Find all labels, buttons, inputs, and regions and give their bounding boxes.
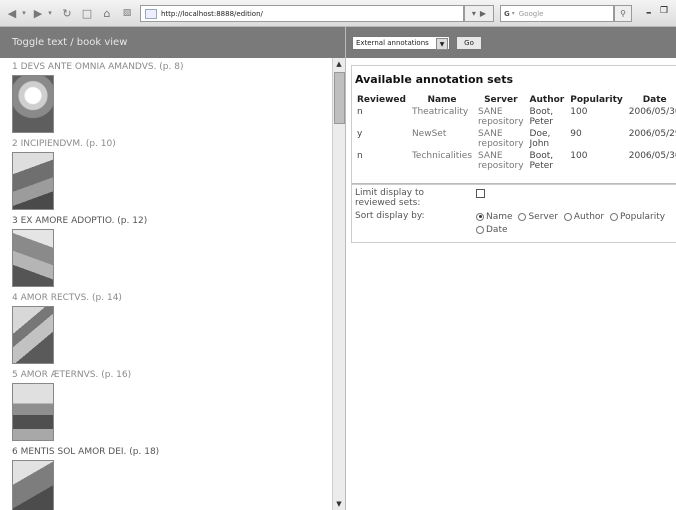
radio-name[interactable] — [476, 212, 484, 221]
book-view-panel: Toggle text / book view 1 DEVS ANTE OMNI… — [0, 27, 346, 510]
annotation-type-value: External annotations — [356, 39, 429, 47]
address-bar[interactable]: http://localhost:8888/edition/ — [140, 5, 464, 22]
cell-popularity: 100 — [570, 151, 588, 161]
cell-popularity: 100 — [570, 107, 588, 117]
cell-date: 2006/05/30 — [628, 151, 676, 161]
cell-author: Boot, Peter — [529, 151, 554, 171]
cell-name[interactable]: NewSet — [409, 128, 475, 150]
page-icon — [145, 8, 157, 19]
browser-toolbar: ◀ ▾ ▶ ▾ ↻ □ ⌂ ▧ http://localhost:8888/ed… — [0, 0, 676, 27]
scroll-thumb[interactable] — [334, 72, 345, 124]
cell-reviewed: y — [357, 129, 363, 139]
emblem-thumbnail[interactable] — [12, 306, 54, 364]
column-header-server: Server — [484, 95, 518, 105]
emblem-caption: 5 AMOR ÆTERNVS. (p. 16) — [12, 370, 132, 380]
search-placeholder: Google — [518, 9, 544, 18]
search-button[interactable]: ⚲ — [614, 5, 632, 22]
cell-name[interactable]: Technicalities — [409, 150, 475, 172]
restore-icon[interactable]: ❐ — [660, 6, 668, 16]
cell-date: 2006/05/30 — [628, 107, 676, 117]
cell-server: SANE repository — [478, 151, 524, 171]
column-header-name: Name — [427, 95, 457, 105]
table-row[interactable]: y NewSet SANE repository Doe, John 90 20… — [354, 128, 676, 150]
cell-author: Boot, Peter — [529, 107, 554, 127]
sort-options: Name Server Author Popularity Date — [476, 211, 676, 237]
cell-server: SANE repository — [478, 107, 524, 127]
go-button[interactable]: Go — [456, 36, 482, 50]
sort-option-author[interactable]: Author — [563, 212, 604, 222]
cell-reviewed: n — [357, 107, 363, 117]
annotation-toolbar: External annotations ▼ Go — [346, 27, 676, 58]
cell-server: SANE repository — [478, 129, 524, 149]
scroll-down-icon[interactable]: ▼ — [333, 498, 345, 510]
minimize-icon[interactable]: – — [646, 6, 652, 19]
list-item[interactable]: 6 MENTIS SOL AMOR DEI. (p. 18) — [12, 447, 159, 510]
annotation-panel: External annotations ▼ Go Available anno… — [346, 27, 676, 510]
emblem-thumbnail[interactable] — [12, 229, 54, 287]
cell-popularity: 90 — [570, 129, 582, 139]
column-header-reviewed: Reviewed — [357, 95, 406, 105]
list-item[interactable]: 3 EX AMORE ADOPTIO. (p. 12) — [12, 216, 147, 287]
emblem-caption: 6 MENTIS SOL AMOR DEI. (p. 18) — [12, 447, 160, 457]
scroll-up-icon[interactable]: ▲ — [333, 58, 345, 70]
search-input[interactable]: G ▾ Google — [500, 5, 614, 22]
emblem-thumbnail[interactable] — [12, 75, 54, 133]
radio-popularity[interactable] — [610, 212, 619, 221]
address-go-button[interactable]: ▾ ▶ — [464, 5, 494, 22]
annotation-sets-table: Reviewed Name Server Author Popularity D… — [354, 94, 676, 172]
cell-name[interactable]: Theatricality — [409, 106, 475, 128]
column-header-author: Author — [529, 95, 565, 105]
go-arrow-icon: ▶ — [479, 9, 487, 18]
search-engine-dropdown-icon: ▾ — [511, 10, 515, 17]
address-dropdown-icon: ▾ — [471, 9, 476, 18]
emblem-thumbnail[interactable] — [12, 152, 54, 210]
panel-title: Available annotation sets — [355, 73, 513, 86]
sort-option-server[interactable]: Server — [518, 212, 558, 222]
limit-reviewed-label: Limit display to reviewed sets: — [355, 188, 425, 208]
emblem-caption: 2 INCIPIENDVM. (p. 10) — [12, 139, 116, 149]
list-item[interactable]: 4 AMOR RECTVS. (p. 14) — [12, 293, 122, 364]
annotation-type-select[interactable]: External annotations ▼ — [352, 36, 450, 50]
emblem-caption: 3 EX AMORE ADOPTIO. (p. 12) — [12, 216, 148, 226]
emblem-list: 1 DEVS ANTE OMNIA AMANDVS. (p. 8) 2 INCI… — [0, 58, 333, 510]
sort-option-popularity[interactable]: Popularity — [610, 212, 665, 222]
bookmark-icon[interactable]: ▧ — [120, 6, 134, 20]
emblem-caption: 1 DEVS ANTE OMNIA AMANDVS. (p. 8) — [12, 62, 184, 72]
sort-option-name[interactable]: Name — [476, 212, 513, 222]
radio-server[interactable] — [518, 212, 527, 221]
reload-icon[interactable]: ↻ — [60, 6, 74, 20]
limit-reviewed-checkbox[interactable] — [476, 189, 485, 198]
left-scrollbar[interactable]: ▲ ▼ — [332, 58, 345, 510]
cell-reviewed: n — [357, 151, 363, 161]
annotation-sets-panel: Available annotation sets Reviewed Name … — [351, 65, 676, 185]
back-icon[interactable]: ◀ — [6, 6, 18, 20]
radio-date[interactable] — [476, 225, 484, 234]
cell-date: 2006/05/29 — [628, 129, 676, 139]
display-options-panel: Limit display to reviewed sets: Sort dis… — [351, 183, 676, 243]
list-item[interactable]: 1 DEVS ANTE OMNIA AMANDVS. (p. 8) — [12, 62, 183, 133]
forward-icon[interactable]: ▶ — [32, 6, 44, 20]
cell-author: Doe, John — [529, 129, 551, 149]
forward-dropdown-icon[interactable]: ▾ — [46, 6, 54, 20]
chevron-down-icon: ▼ — [436, 38, 448, 50]
table-row[interactable]: n Technicalities SANE repository Boot, P… — [354, 150, 676, 172]
emblem-caption: 4 AMOR RECTVS. (p. 14) — [12, 293, 122, 303]
toggle-view-link[interactable]: Toggle text / book view — [0, 27, 345, 58]
sort-label: Sort display by: — [355, 211, 425, 221]
column-header-popularity: Popularity — [570, 95, 623, 105]
emblem-thumbnail[interactable] — [12, 460, 54, 510]
home-icon[interactable]: ⌂ — [100, 6, 114, 20]
table-row[interactable]: n Theatricality SANE repository Boot, Pe… — [354, 106, 676, 128]
stop-icon[interactable]: □ — [80, 6, 94, 20]
back-dropdown-icon[interactable]: ▾ — [20, 6, 28, 20]
list-item[interactable]: 5 AMOR ÆTERNVS. (p. 16) — [12, 370, 131, 441]
list-item[interactable]: 2 INCIPIENDVM. (p. 10) — [12, 139, 116, 210]
address-url: http://localhost:8888/edition/ — [161, 9, 263, 18]
sort-option-date[interactable]: Date — [476, 225, 508, 235]
search-engine-icon: G — [504, 9, 510, 18]
search-icon: ⚲ — [620, 9, 626, 18]
radio-author[interactable] — [563, 212, 572, 221]
emblem-thumbnail[interactable] — [12, 383, 54, 441]
column-header-date: Date — [642, 95, 667, 105]
